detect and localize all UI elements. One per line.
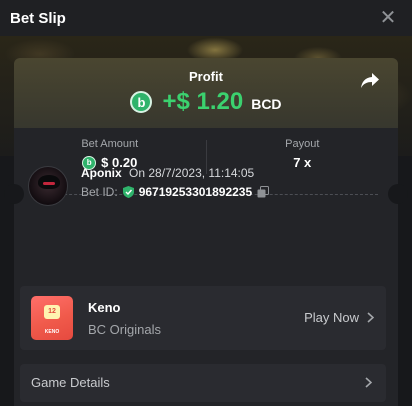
game-name: Keno — [88, 300, 121, 315]
keno-thumb-text: KENO — [44, 329, 60, 335]
keno-game-thumbnail: 12 KENO — [31, 296, 73, 340]
bet-user-row: Aponix On 28/7/2023, 11:14:05 Bet ID: 96… — [14, 166, 384, 210]
bet-id-label: Bet ID: — [81, 185, 118, 199]
play-now-label: Play Now — [304, 310, 359, 325]
profit-label: Profit — [189, 69, 223, 84]
game-card[interactable]: 12 KENO Keno BC Originals Play Now — [20, 286, 386, 350]
chevron-right-icon — [367, 312, 374, 323]
profit-panel: Profit b +$ 1.20 BCD — [14, 58, 398, 128]
profit-row: b +$ 1.20 BCD — [14, 88, 398, 116]
payout-label: Payout — [285, 138, 320, 150]
username[interactable]: Aponix — [81, 166, 122, 180]
bet-id-value: 96719253301892235 — [138, 185, 253, 199]
bcd-coin-icon: b — [130, 91, 153, 113]
bet-slip-title: Bet Slip — [10, 9, 66, 27]
verified-shield-icon — [122, 186, 134, 198]
bet-amount-label: Bet Amount — [81, 138, 139, 150]
game-details-label: Game Details — [31, 375, 110, 390]
bet-slip-card: Profit b +$ 1.20 BCD Bet Amount b $ 0.20… — [14, 58, 398, 406]
bet-user-line: Aponix On 28/7/2023, 11:14:05 — [81, 166, 254, 180]
chevron-right-icon — [365, 377, 372, 388]
ticket-notch-right — [388, 184, 408, 204]
copy-icon[interactable] — [257, 186, 270, 198]
keno-thumb-tile: 12 — [44, 305, 60, 319]
close-icon[interactable]: ✕ — [378, 8, 398, 28]
play-now-button[interactable]: Play Now — [304, 310, 374, 325]
avatar[interactable] — [28, 166, 68, 206]
share-icon[interactable] — [360, 72, 380, 90]
profit-amount: +$ 1.20 — [162, 88, 244, 115]
game-details-button[interactable]: Game Details — [20, 364, 386, 402]
profit-currency: BCD — [251, 96, 282, 112]
bet-id-row: Bet ID: 96719253301892235 — [81, 185, 270, 199]
game-provider: BC Originals — [88, 322, 161, 337]
bet-slip-header: Bet Slip ✕ — [0, 0, 412, 36]
bet-time: On 28/7/2023, 11:14:05 — [129, 166, 255, 180]
